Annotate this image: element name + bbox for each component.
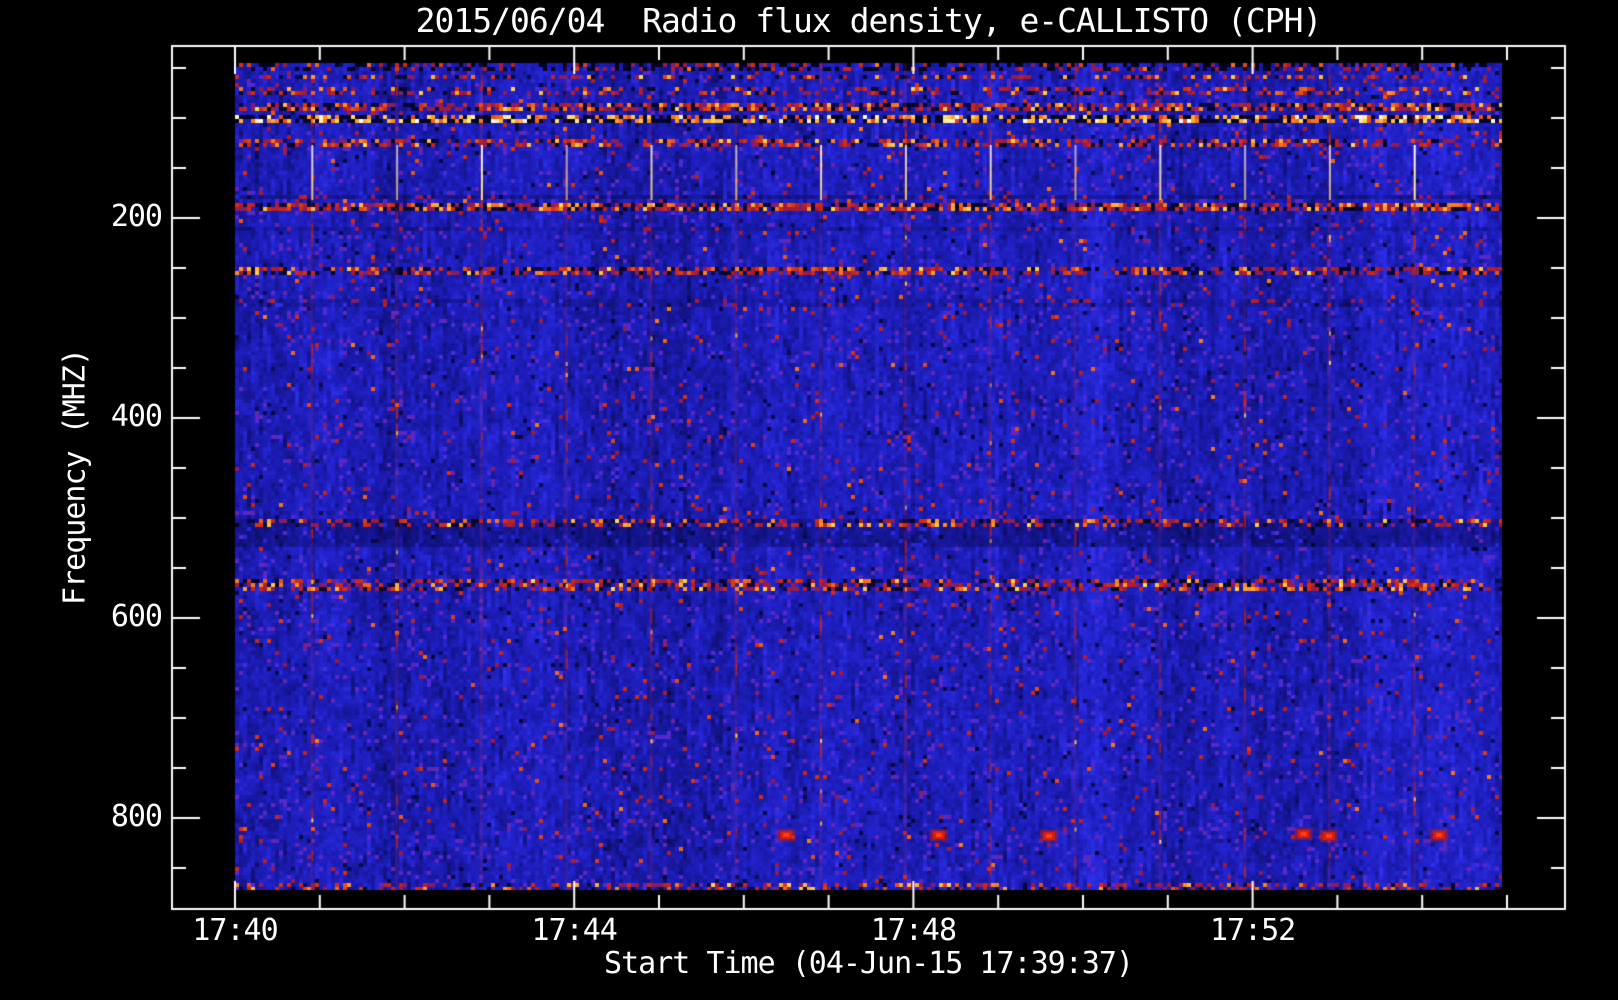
y-tick-label: 800	[110, 799, 163, 834]
x-axis-label: Start Time (04-Jun-15 17:39:37)	[604, 946, 1134, 981]
chart-title: 2015/06/04 Radio flux density, e-CALLIST…	[415, 1, 1323, 40]
spectrogram-canvas	[0, 0, 1618, 1000]
y-tick-label: 600	[110, 599, 163, 634]
y-tick-label: 200	[110, 199, 163, 234]
plot-window: { "chart_data": { "type": "heatmap", "su…	[0, 0, 1618, 1000]
y-tick-label: 400	[110, 399, 163, 434]
x-tick-label: 17:48	[870, 913, 957, 948]
x-tick-label: 17:52	[1209, 913, 1296, 948]
x-tick-label: 17:40	[192, 913, 278, 948]
x-tick-label: 17:44	[531, 913, 618, 948]
y-axis-label: Frequency (MHZ)	[57, 349, 93, 605]
